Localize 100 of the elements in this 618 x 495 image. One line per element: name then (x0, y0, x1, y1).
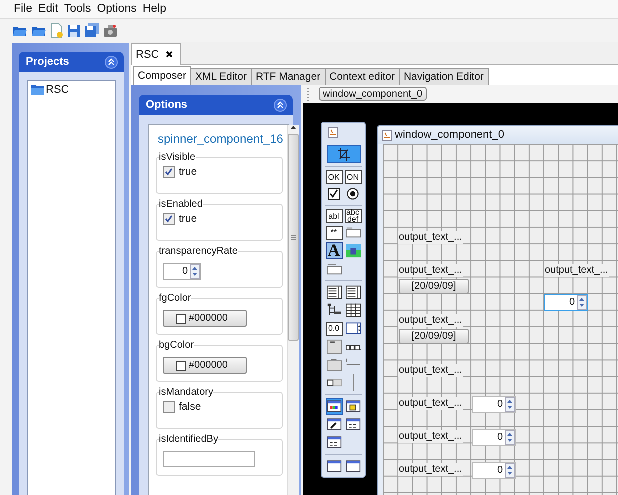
tab[interactable]: XML Editor (190, 68, 252, 85)
tool-button[interactable] (326, 434, 342, 451)
output-text: output_text_... (398, 430, 464, 443)
menu-item[interactable]: File (11, 3, 36, 15)
window-icon (326, 417, 342, 432)
menu-item[interactable]: Options (94, 3, 140, 15)
button-icon (326, 358, 342, 372)
grip-icon (291, 235, 296, 240)
save-icon[interactable] (67, 24, 81, 38)
spinner-field[interactable]: 0 (163, 263, 201, 280)
tool-button[interactable]: abc def (344, 209, 362, 223)
tool-button[interactable]: abl (326, 209, 342, 223)
document-tab[interactable]: RSC (131, 43, 182, 65)
color-button[interactable]: #000000 (163, 310, 247, 327)
tool-button[interactable] (344, 302, 362, 319)
window-icon (346, 459, 360, 474)
tool-button[interactable]: A (326, 242, 342, 259)
slider-icon (326, 378, 342, 388)
app-icon (328, 127, 338, 138)
window-icon (346, 399, 360, 414)
collapse-icon[interactable] (274, 98, 287, 112)
tab[interactable]: RTF Manager (250, 68, 326, 85)
tool-button[interactable] (326, 416, 342, 433)
tree-item[interactable]: RSC (29, 84, 72, 96)
checkbox[interactable] (163, 213, 175, 225)
tab[interactable]: Navigation Editor (398, 68, 489, 85)
tool-button[interactable]: ON (344, 170, 362, 184)
tool-button[interactable] (344, 320, 362, 337)
spinner-arrows-icon[interactable] (505, 430, 515, 445)
close-icon[interactable] (166, 51, 174, 58)
breadcrumb-button[interactable]: window_component_0 (319, 87, 427, 101)
spinner-field[interactable]: 0 (544, 294, 588, 311)
property-label: transparencyRate (159, 246, 238, 257)
menu-item[interactable]: Tools (61, 3, 94, 15)
checkbox-icon (328, 188, 340, 200)
menu-item[interactable]: Edit (36, 3, 62, 15)
output-text: output_text_... (544, 264, 610, 277)
color-button[interactable]: #000000 (163, 357, 247, 374)
tool-button[interactable] (344, 416, 362, 433)
tab[interactable]: Composer (133, 66, 192, 85)
spinner-field[interactable]: 0 (472, 462, 516, 479)
window-icon (346, 417, 360, 432)
swatch-icon (176, 360, 186, 370)
checkbox-label: true (179, 213, 198, 225)
spinner-arrows-icon[interactable] (505, 397, 515, 412)
output-text: output_text_... (398, 314, 464, 327)
camera-icon[interactable] (103, 23, 118, 38)
component-title: spinner_component_16 (158, 132, 284, 146)
output-text: output_text_... (398, 397, 464, 410)
date-button[interactable]: [20/09/09] (399, 329, 469, 344)
list-icon (326, 285, 342, 300)
panel-icon (326, 338, 342, 354)
radio-icon (347, 188, 359, 200)
window-icon (326, 459, 342, 474)
date-button[interactable]: [20/09/09] (399, 279, 469, 294)
grip-handle[interactable] (307, 88, 309, 100)
tool-button[interactable] (326, 284, 342, 301)
tool-button[interactable] (344, 398, 362, 415)
tool-button[interactable] (326, 398, 342, 415)
tab[interactable]: Context editor (324, 68, 400, 85)
spinner-field[interactable]: 0 (472, 429, 516, 446)
tool-button[interactable]: OK (326, 170, 342, 184)
tool-button[interactable] (326, 458, 342, 475)
property-label: isEnabled (159, 199, 203, 210)
field-icon (346, 227, 360, 238)
tool-button[interactable]: ** (326, 226, 342, 240)
spinner-arrows-icon[interactable] (190, 264, 200, 279)
tool-button[interactable] (344, 458, 362, 475)
spinner-field[interactable]: 0 (472, 396, 516, 413)
checkbox[interactable] (163, 401, 175, 413)
tree-icon (326, 303, 342, 318)
input-field[interactable] (163, 451, 255, 467)
window-icon (326, 399, 342, 414)
scrollbar-thumb[interactable] (288, 134, 300, 341)
spinner-icon (346, 322, 360, 335)
up-arrow-icon[interactable] (290, 125, 298, 130)
property-label: isVisible (159, 152, 196, 163)
tool-button[interactable] (344, 185, 362, 202)
checkbox[interactable] (163, 166, 175, 178)
collapse-icon[interactable] (105, 56, 118, 68)
checkbox-label: false (179, 401, 202, 413)
tool-button[interactable] (326, 185, 342, 202)
spinner-arrows-icon[interactable] (577, 295, 587, 310)
property-label: bgColor (159, 340, 194, 351)
property-label: isIdentifiedBy (159, 434, 218, 445)
tool-button[interactable] (344, 284, 362, 301)
tabs-icon (346, 342, 360, 350)
window-icon (326, 435, 342, 450)
scrollbar[interactable] (287, 125, 300, 495)
table-icon (346, 303, 360, 318)
save-all-icon[interactable] (84, 23, 100, 38)
panel-title: Options (146, 99, 188, 111)
property-label: isMandatory (159, 387, 214, 398)
swatch-icon (176, 314, 186, 324)
select-tool-icon (338, 148, 350, 160)
tool-button[interactable]: 0.0 (326, 322, 342, 336)
spinner-arrows-icon[interactable] (505, 463, 515, 478)
vertical-line-icon (352, 374, 354, 391)
menu-item[interactable]: Help (140, 3, 170, 15)
folder-icon (31, 84, 45, 96)
